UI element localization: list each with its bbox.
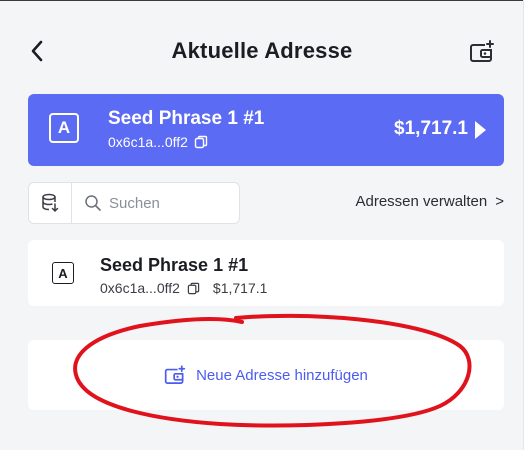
current-address-row: 0x6c1a...0ff2 bbox=[108, 134, 208, 150]
account-address: 0x6c1a...0ff2 bbox=[100, 280, 180, 296]
chevron-right-icon: > bbox=[495, 193, 504, 210]
current-balance: $1,717.1 bbox=[394, 118, 468, 139]
account-name: Seed Phrase 1 #1 bbox=[100, 255, 249, 275]
current-account-name: Seed Phrase 1 #1 bbox=[108, 108, 265, 129]
add-wallet-icon bbox=[164, 364, 187, 384]
add-address-header-button[interactable] bbox=[466, 37, 498, 67]
top-divider bbox=[0, 0, 524, 1]
current-address-text: 0x6c1a...0ff2 bbox=[108, 134, 188, 150]
manage-addresses-link[interactable]: Adressen verwalten > bbox=[356, 193, 505, 210]
add-address-button[interactable]: Neue Adresse hinzufügen bbox=[28, 340, 504, 410]
search-input[interactable] bbox=[109, 192, 229, 214]
manage-addresses-label: Adressen verwalten bbox=[355, 193, 488, 210]
add-address-label: Neue Adresse hinzufügen bbox=[196, 366, 368, 384]
copy-icon[interactable] bbox=[194, 135, 208, 149]
database-filter-button[interactable] bbox=[29, 183, 72, 223]
account-meta: 0x6c1a...0ff2 $1,717.1 bbox=[100, 280, 267, 296]
account-balance: $1,717.1 bbox=[212, 280, 268, 296]
page-title: Aktuelle Adresse bbox=[171, 38, 353, 63]
account-avatar: A bbox=[52, 262, 74, 284]
add-wallet-icon bbox=[470, 40, 495, 62]
search-group bbox=[28, 182, 240, 224]
database-icon bbox=[42, 193, 59, 212]
account-avatar: A bbox=[49, 113, 79, 143]
copy-icon[interactable] bbox=[187, 282, 200, 295]
address-list-item[interactable]: A Seed Phrase 1 #1 0x6c1a...0ff2 $1,717.… bbox=[28, 240, 504, 306]
search-icon bbox=[85, 195, 101, 211]
header: Aktuelle Adresse bbox=[0, 26, 524, 76]
current-address-card[interactable]: A Seed Phrase 1 #1 0x6c1a...0ff2 $1,717.… bbox=[28, 94, 504, 166]
address-toolbar: Adressen verwalten > bbox=[28, 182, 504, 224]
play-arrow-icon bbox=[475, 121, 486, 139]
